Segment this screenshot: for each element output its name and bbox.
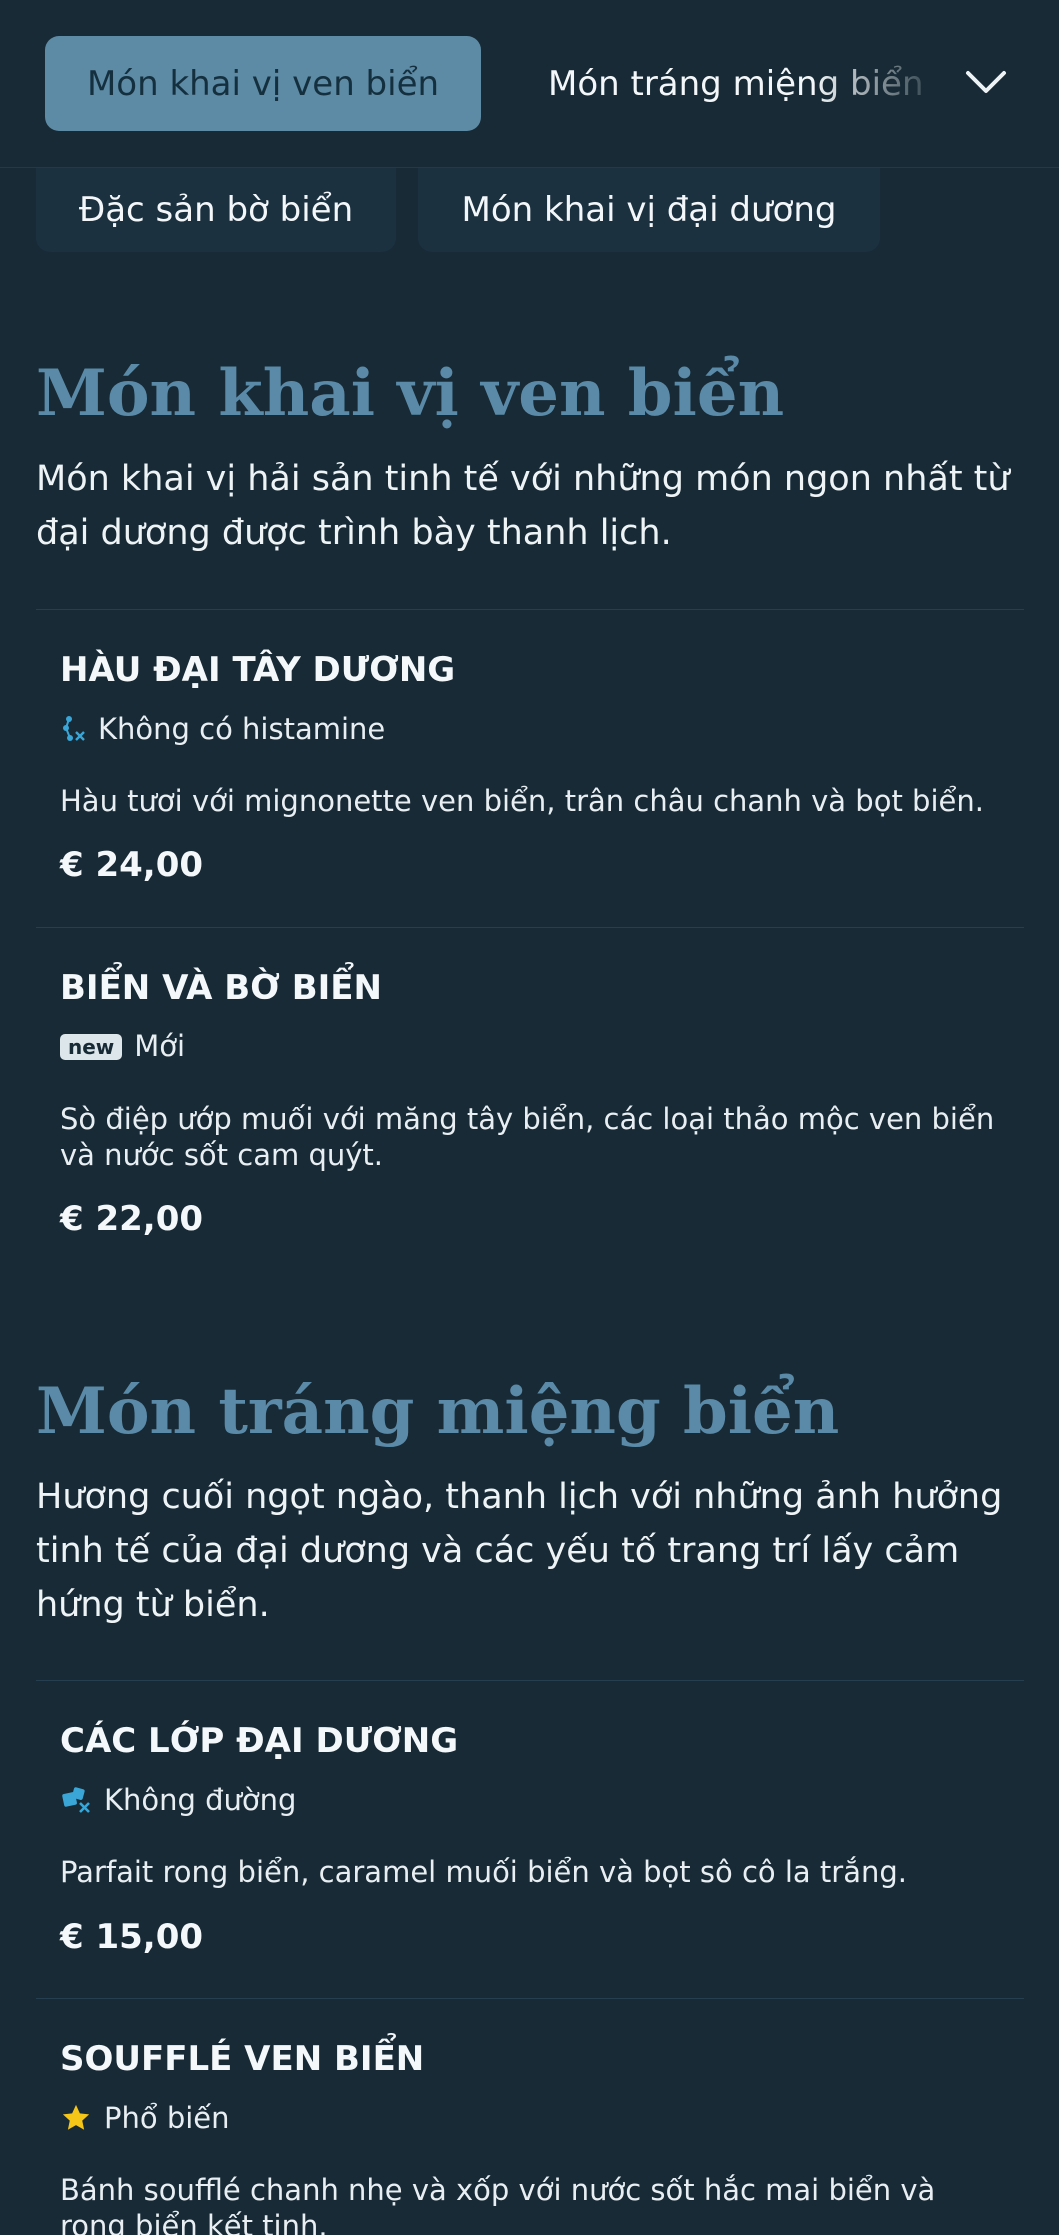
histamine-free-icon [60, 714, 86, 744]
item-tag-label: Mới [134, 1029, 186, 1063]
item-description: Sò điệp ướp muối với măng tây biển, các … [60, 1102, 995, 1172]
item-tag: new Mới [60, 1032, 1000, 1061]
menu-item[interactable]: HÀU ĐẠI TÂY DƯƠNG [60, 653, 1000, 687]
item-tag: Không có histamine [60, 714, 1000, 744]
section-description: Món khai vị hải sản tinh tế với những mó… [36, 459, 1010, 553]
section-coastal-appetizers: Món khai vị ven biển [36, 362, 1024, 426]
item-tag-label: Không đường [104, 1782, 297, 1817]
item-name: SOUFFLÉ VEN BIỂN [60, 2039, 425, 2079]
item-description: Parfait rong biển, caramel muối biển và … [60, 1855, 907, 1889]
divider [36, 609, 1024, 610]
tab-ocean-appetizers[interactable]: Món khai vị đại dương [418, 168, 880, 252]
item-price: € 22,00 [60, 1199, 204, 1239]
item-name: HÀU ĐẠI TÂY DƯƠNG [60, 650, 456, 690]
item-tag-label: Không có histamine [98, 711, 386, 746]
item-price: € 15,00 [60, 1917, 204, 1957]
divider [36, 1998, 1024, 1999]
sugar-free-icon [60, 1785, 92, 1815]
category-nav: Món khai vị ven biển Món tráng miệng biể… [0, 0, 1059, 168]
tab-coastal-appetizers[interactable]: Món khai vị ven biển [45, 36, 481, 131]
new-badge-icon: new [60, 1033, 123, 1060]
divider [36, 927, 1024, 928]
menu-item[interactable]: SOUFFLÉ VEN BIỂN [60, 2042, 1000, 2076]
item-name: CÁC LỚP ĐẠI DƯƠNG [60, 1721, 459, 1761]
item-tag: Phổ biến [60, 2103, 1000, 2133]
star-icon [60, 2103, 92, 2133]
menu-page: Món khai vị ven biển Món tráng miệng biể… [0, 0, 1059, 2235]
menu-item[interactable]: BIỂN VÀ BỜ BIỂN [60, 971, 1000, 1005]
item-description: Hàu tươi với mignonette ven biển, trân c… [60, 784, 984, 818]
item-tag: Không đường [60, 1785, 1000, 1815]
item-price: € 24,00 [60, 845, 204, 885]
item-tag-label: Phổ biến [104, 2100, 230, 2135]
section-title: Món tráng miệng biển [36, 1374, 840, 1449]
divider [36, 1680, 1024, 1681]
item-description: Bánh soufflé chanh nhẹ và xốp với nước s… [60, 2173, 936, 2235]
section-description: Hương cuối ngọt ngào, thanh lịch với nhữ… [36, 1477, 1003, 1625]
tab-coastal-specialties[interactable]: Đặc sản bờ biển [36, 168, 396, 252]
chevron-down-icon[interactable] [960, 60, 1012, 104]
section-sea-desserts: Món tráng miệng biển [36, 1380, 1024, 1444]
tab-sea-desserts[interactable]: Món tráng miệng biển [548, 36, 928, 131]
item-name: BIỂN VÀ BỜ BIỂN [60, 968, 382, 1008]
section-title: Món khai vị ven biển [36, 356, 785, 431]
menu-item[interactable]: CÁC LỚP ĐẠI DƯƠNG [60, 1724, 1000, 1758]
